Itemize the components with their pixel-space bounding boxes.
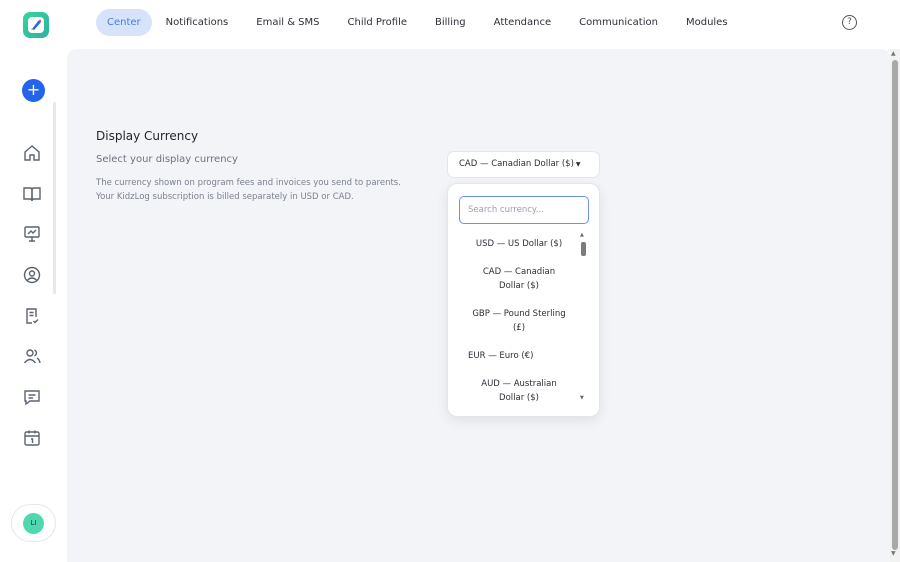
tab-modules[interactable]: Modules bbox=[672, 9, 742, 36]
chat-icon[interactable] bbox=[22, 387, 42, 407]
help-icon[interactable]: ? bbox=[842, 15, 857, 30]
sidebar: + LI bbox=[0, 46, 66, 562]
tab-notifications[interactable]: Notifications bbox=[152, 9, 243, 36]
add-button[interactable]: + bbox=[22, 79, 45, 102]
top-nav: Center Notifications Email & SMS Child P… bbox=[0, 0, 900, 46]
description-line: Your KidzLog subscription is billed sepa… bbox=[96, 192, 354, 202]
currency-search-input[interactable] bbox=[459, 196, 589, 224]
option-gbp[interactable]: GBP — Pound Sterling (£) bbox=[456, 307, 582, 335]
dropdown-scroll-up-icon[interactable]: ▲ bbox=[580, 232, 584, 238]
option-aud[interactable]: AUD — Australian Dollar ($) bbox=[456, 377, 582, 405]
option-usd[interactable]: USD — US Dollar ($) bbox=[456, 237, 582, 251]
user-menu[interactable]: LI bbox=[11, 504, 56, 542]
checklist-icon[interactable] bbox=[22, 306, 42, 326]
tab-email-sms[interactable]: Email & SMS bbox=[242, 9, 333, 36]
page-scrollbar-thumb[interactable] bbox=[892, 60, 898, 550]
currency-options: USD — US Dollar ($) CAD — Canadian Dolla… bbox=[456, 234, 582, 405]
option-eur[interactable]: EUR — Euro (€) bbox=[456, 349, 582, 363]
presentation-icon[interactable] bbox=[22, 224, 42, 244]
users-icon[interactable] bbox=[22, 346, 42, 366]
calendar-icon[interactable] bbox=[22, 428, 42, 448]
currency-select[interactable]: CAD — Canadian Dollar ($) ▼ bbox=[447, 151, 600, 178]
scroll-down-icon[interactable]: ▼ bbox=[891, 550, 896, 557]
chevron-down-icon: ▼ bbox=[575, 161, 581, 168]
scroll-up-icon[interactable]: ▲ bbox=[891, 50, 896, 57]
tab-attendance[interactable]: Attendance bbox=[480, 9, 565, 36]
profile-icon[interactable] bbox=[22, 265, 42, 285]
tab-billing[interactable]: Billing bbox=[421, 9, 480, 36]
sidebar-scrollbar[interactable] bbox=[53, 102, 56, 294]
section-description: The currency shown on program fees and i… bbox=[96, 176, 436, 204]
tab-center[interactable]: Center bbox=[96, 9, 152, 36]
currency-dropdown: USD — US Dollar ($) CAD — Canadian Dolla… bbox=[447, 183, 600, 417]
currency-select-value: CAD — Canadian Dollar ($) bbox=[459, 159, 574, 169]
book-icon[interactable] bbox=[22, 184, 42, 204]
avatar[interactable]: LI bbox=[23, 513, 44, 534]
section-subtitle: Select your display currency bbox=[96, 154, 238, 165]
settings-tabs: Center Notifications Email & SMS Child P… bbox=[96, 9, 742, 36]
section-title: Display Currency bbox=[96, 129, 199, 143]
app-logo-icon bbox=[28, 17, 44, 33]
app-logo[interactable] bbox=[23, 12, 49, 38]
dropdown-scroll-down-icon[interactable]: ▼ bbox=[580, 395, 584, 401]
option-cad[interactable]: CAD — Canadian Dollar ($) bbox=[456, 265, 582, 293]
dropdown-scrollbar[interactable] bbox=[580, 235, 588, 405]
tab-child-profile[interactable]: Child Profile bbox=[334, 9, 422, 36]
tab-communication[interactable]: Communication bbox=[565, 9, 672, 36]
home-icon[interactable] bbox=[22, 143, 42, 163]
dropdown-scrollbar-thumb[interactable] bbox=[581, 242, 586, 256]
description-line: The currency shown on program fees and i… bbox=[96, 178, 401, 188]
